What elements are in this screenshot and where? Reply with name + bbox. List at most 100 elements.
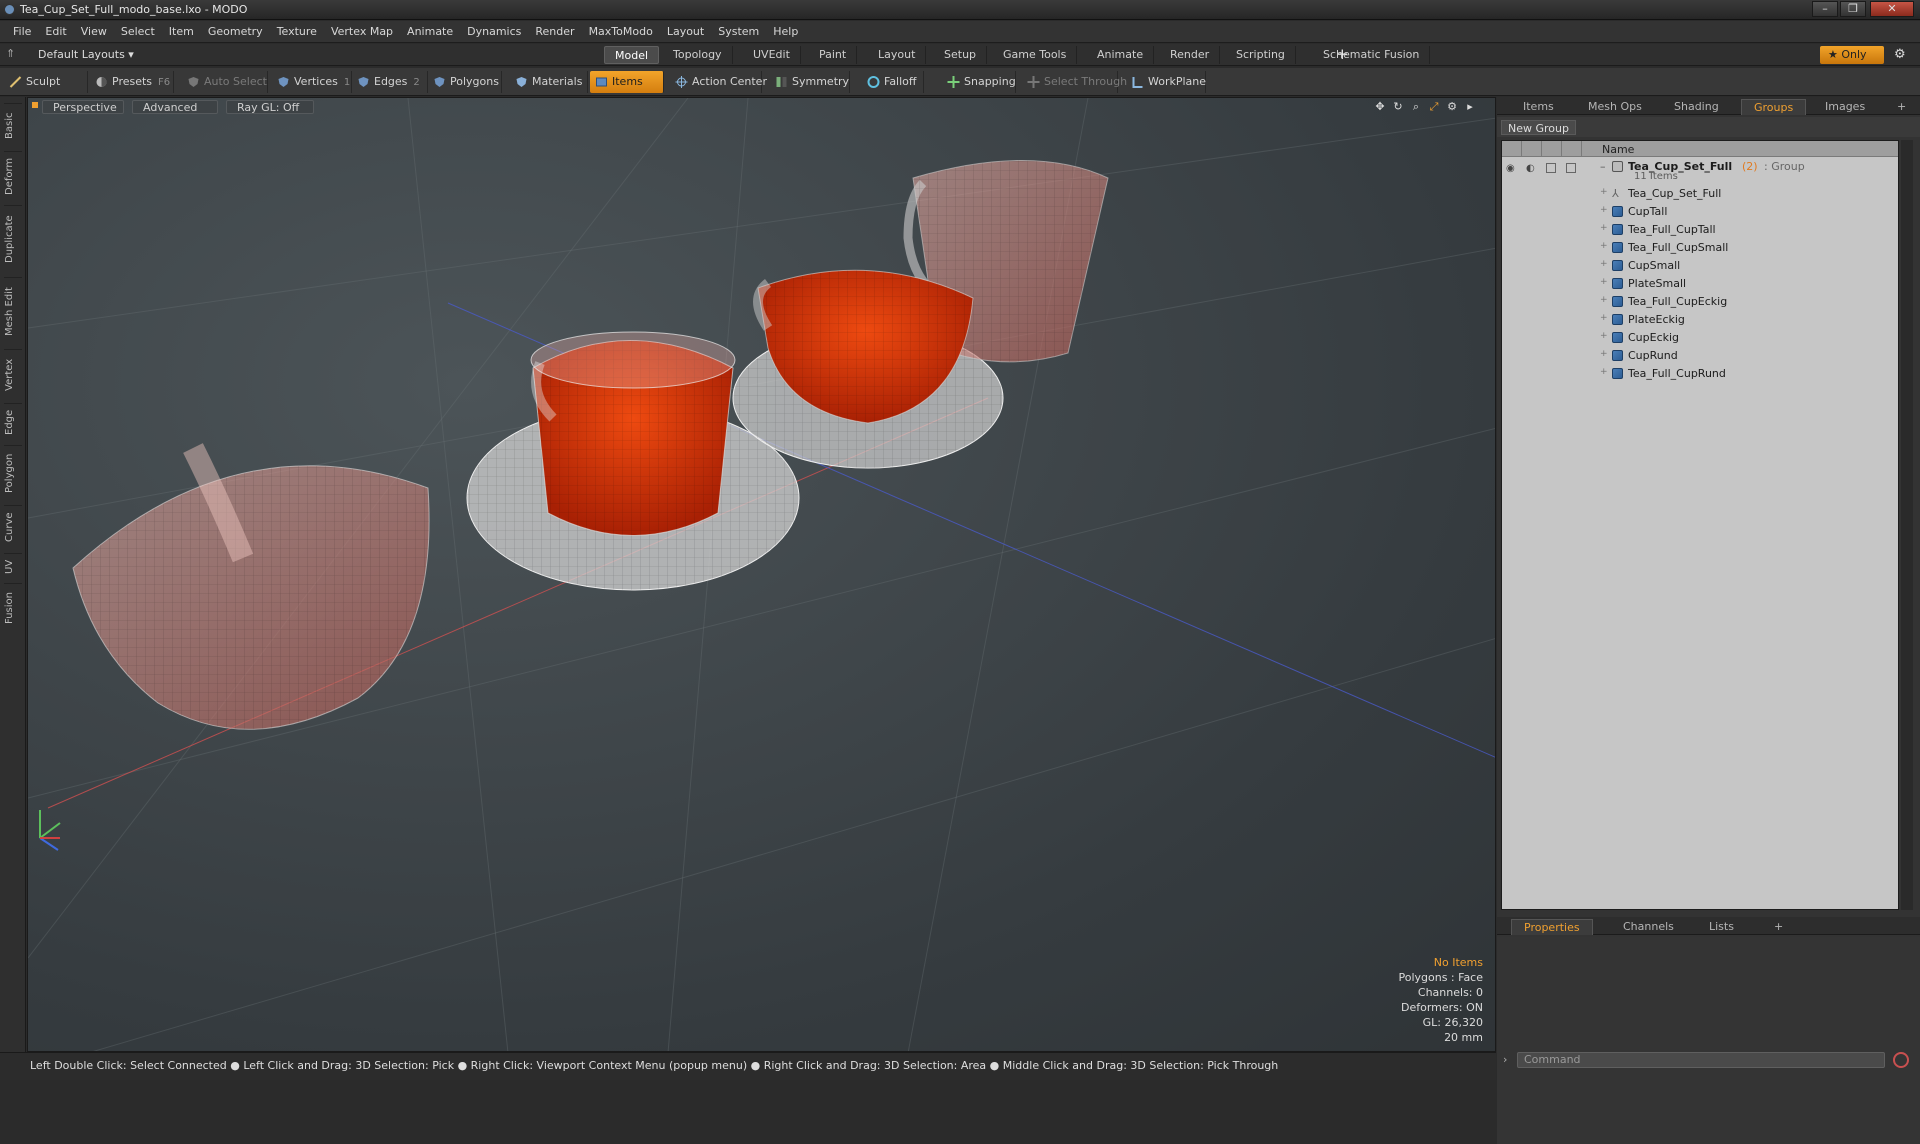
command-input[interactable]: Command — [1517, 1052, 1885, 1068]
name-column-header[interactable]: Name — [1602, 143, 1634, 156]
menu-item-maxtomodo[interactable]: MaxToModo — [582, 25, 660, 38]
panel-tab-items[interactable]: Items — [1511, 99, 1566, 115]
lock-column-icon[interactable] — [1542, 141, 1562, 157]
menu-item-select[interactable]: Select — [114, 25, 162, 38]
new-group-button[interactable]: New Group — [1501, 120, 1576, 135]
menu-item-texture[interactable]: Texture — [270, 25, 324, 38]
gear-icon[interactable]: ⚙ — [1894, 47, 1906, 62]
expand-icon[interactable]: + — [1600, 259, 1608, 269]
tree-item-row[interactable]: + CupEckig — [1502, 329, 1898, 347]
left-tab-duplicate[interactable]: Duplicate — [4, 205, 22, 273]
left-tab-vertex[interactable]: Vertex — [4, 349, 22, 399]
menu-item-animate[interactable]: Animate — [400, 25, 460, 38]
groups-tree[interactable]: Name ◉ ◐ – Tea_Cup_Set_Full (2) : Group … — [1501, 140, 1899, 910]
render-column-icon[interactable] — [1522, 141, 1542, 157]
properties-tab-lists[interactable]: Lists — [1697, 919, 1746, 935]
menu-item-help[interactable]: Help — [766, 25, 805, 38]
tree-item-row[interactable]: + Tea_Full_CupTall — [1502, 221, 1898, 239]
viewport-menu-icon[interactable] — [32, 102, 38, 108]
layout-tab-render[interactable]: Render — [1160, 46, 1221, 64]
tree-item-row[interactable]: + CupRund — [1502, 347, 1898, 365]
tree-item-row[interactable]: + PlateSmall — [1502, 275, 1898, 293]
group-row[interactable]: ◉ ◐ – Tea_Cup_Set_Full (2) : Group 11 It… — [1502, 159, 1898, 183]
presets-button[interactable]: Presets F6 — [90, 71, 174, 93]
render-icon[interactable]: ◐ — [1526, 163, 1538, 174]
select-box[interactable] — [1566, 163, 1576, 173]
auto-select-button[interactable]: Auto Select — [182, 71, 268, 93]
move-view-icon[interactable]: ✥ — [1374, 101, 1386, 113]
tree-item-row[interactable]: + CupSmall — [1502, 257, 1898, 275]
polygons-button[interactable]: Polygons — [428, 71, 502, 93]
viewport-settings-icon[interactable]: ⚙ — [1446, 101, 1458, 113]
layouts-dropdown[interactable]: Default Layouts ▾ — [38, 48, 134, 61]
menu-item-dynamics[interactable]: Dynamics — [460, 25, 528, 38]
expand-icon[interactable]: + — [1600, 349, 1608, 359]
expand-icon[interactable]: + — [1600, 295, 1608, 305]
layout-tab-animate[interactable]: Animate — [1087, 46, 1155, 64]
sculpt-button[interactable]: Sculpt — [4, 71, 88, 93]
left-tab-fusion[interactable]: Fusion — [4, 583, 22, 633]
raygl-button[interactable]: Ray GL: Off — [226, 100, 314, 114]
expand-icon[interactable]: + — [1600, 205, 1608, 215]
menu-item-layout[interactable]: Layout — [660, 25, 711, 38]
layout-tab-scripting[interactable]: Scripting — [1226, 46, 1296, 64]
minimize-button[interactable]: – — [1812, 1, 1838, 17]
left-tab-curve[interactable]: Curve — [4, 505, 22, 549]
lock-box[interactable] — [1546, 163, 1556, 173]
3d-viewport[interactable]: Perspective Advanced Ray GL: Off ✥ ↻ ⌕ ⤢… — [27, 97, 1496, 1052]
edges-button[interactable]: Edges 2 — [352, 71, 428, 93]
expand-icon[interactable]: + — [1600, 313, 1608, 323]
left-tab-basic[interactable]: Basic — [4, 103, 22, 147]
panel-tab-mesh-ops[interactable]: Mesh Ops — [1576, 99, 1654, 115]
tree-item-row[interactable]: + Tea_Full_CupRund — [1502, 365, 1898, 383]
symmetry-button[interactable]: Symmetry — [770, 71, 850, 93]
close-button[interactable]: ✕ — [1870, 1, 1914, 17]
layout-tab-setup[interactable]: Setup — [934, 46, 988, 64]
workplane-button[interactable]: WorkPlane — [1126, 71, 1206, 93]
menu-item-render[interactable]: Render — [528, 25, 581, 38]
materials-button[interactable]: Materials — [510, 71, 588, 93]
layout-tab-topology[interactable]: Topology — [663, 46, 733, 64]
falloff-button[interactable]: Falloff — [862, 71, 924, 93]
left-tab-polygon[interactable]: Polygon — [4, 445, 22, 501]
panel-tab-groups[interactable]: Groups — [1741, 99, 1807, 115]
maximize-button[interactable]: ❐ — [1840, 1, 1866, 17]
eye-column-icon[interactable] — [1502, 141, 1522, 157]
eye-icon[interactable]: ◉ — [1506, 163, 1518, 174]
items-button[interactable]: Items — [590, 71, 664, 93]
layout-tab-game-tools[interactable]: Game Tools — [993, 46, 1078, 64]
layout-arrow-icon[interactable]: ⇑ — [6, 47, 20, 61]
menu-item-view[interactable]: View — [74, 25, 114, 38]
zoom-view-icon[interactable]: ⌕ — [1410, 101, 1422, 113]
rotate-view-icon[interactable]: ↻ — [1392, 101, 1404, 113]
shading-button[interactable]: Advanced — [132, 100, 218, 114]
left-tab-uv[interactable]: UV — [4, 553, 22, 579]
tree-item-row[interactable]: + Tea_Full_CupEckig — [1502, 293, 1898, 311]
menu-item-edit[interactable]: Edit — [38, 25, 73, 38]
left-tab-deform[interactable]: Deform — [4, 151, 22, 201]
scene-render[interactable] — [28, 98, 1496, 1052]
panel-tab-images[interactable]: Images — [1813, 99, 1877, 115]
command-stop-icon[interactable] — [1893, 1052, 1909, 1068]
expand-icon[interactable]: + — [1600, 367, 1608, 377]
layout-tab-uvedit[interactable]: UVEdit — [743, 46, 801, 64]
tree-item-row[interactable]: + PlateEckig — [1502, 311, 1898, 329]
expand-icon[interactable]: + — [1600, 277, 1608, 287]
left-tab-edge[interactable]: Edge — [4, 403, 22, 441]
vertices-button[interactable]: Vertices 1 — [272, 71, 352, 93]
expand-icon[interactable]: + — [1600, 241, 1608, 251]
expand-icon[interactable]: + — [1600, 223, 1608, 233]
tree-item-row[interactable]: + Tea_Full_CupSmall — [1502, 239, 1898, 257]
layout-tab-model[interactable]: Model — [604, 46, 660, 64]
properties-tab-properties[interactable]: Properties — [1511, 919, 1593, 935]
menu-item-item[interactable]: Item — [162, 25, 201, 38]
menu-item-vertex-map[interactable]: Vertex Map — [324, 25, 400, 38]
menu-item-geometry[interactable]: Geometry — [201, 25, 270, 38]
panel-tab-shading[interactable]: Shading — [1662, 99, 1731, 115]
action-center-button[interactable]: Action Center — [670, 71, 767, 93]
properties-tab-channels[interactable]: Channels — [1611, 919, 1686, 935]
menu-item-file[interactable]: File — [6, 25, 38, 38]
expand-icon[interactable]: + — [1600, 331, 1608, 341]
tree-item-row[interactable]: + ⅄ Tea_Cup_Set_Full — [1502, 185, 1898, 203]
layout-tab-layout[interactable]: Layout — [868, 46, 927, 64]
